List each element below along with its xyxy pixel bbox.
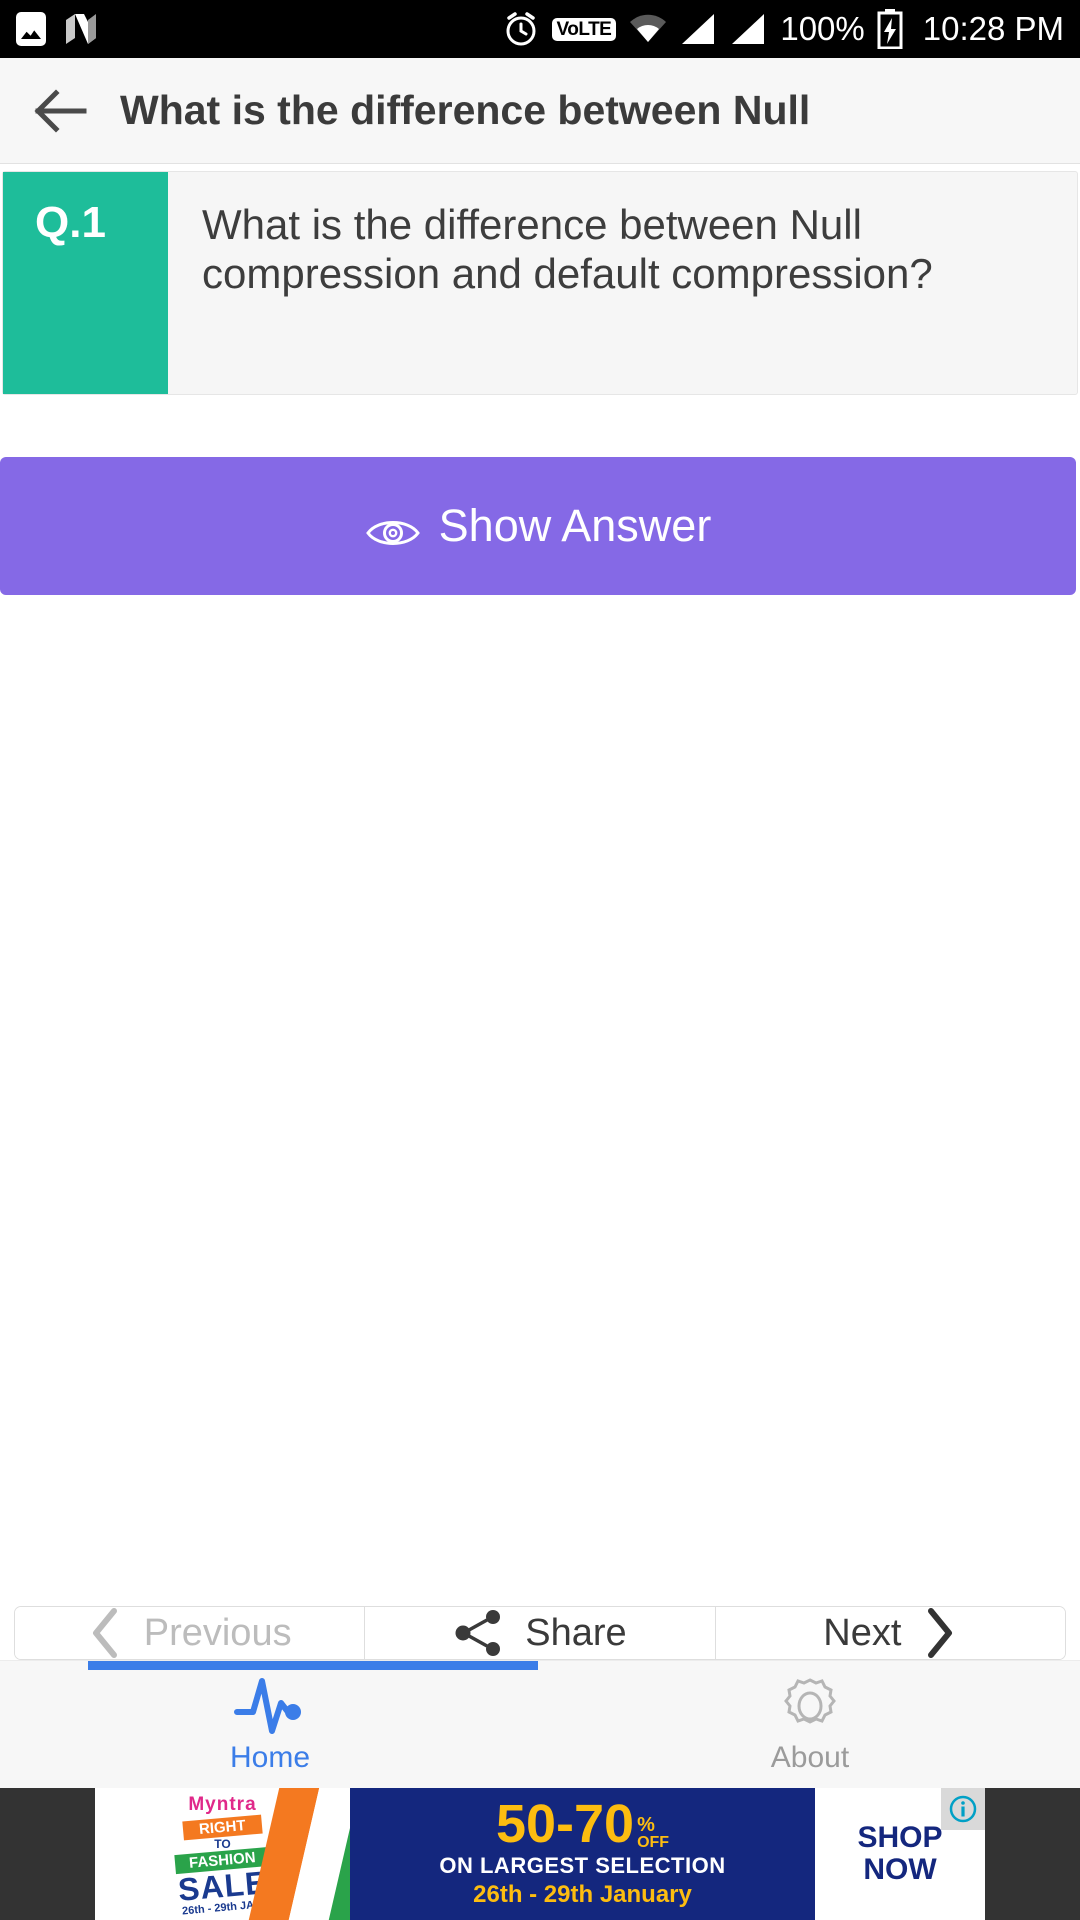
battery-charging-icon <box>877 9 903 49</box>
app-toolbar: What is the difference between Null <box>0 58 1080 164</box>
eye-icon <box>365 509 421 545</box>
next-label: Next <box>823 1611 902 1654</box>
clock-label: 10:28 PM <box>922 10 1064 47</box>
screenshot-icon <box>16 12 46 46</box>
android-nougat-icon <box>64 11 98 47</box>
tab-about-label: About <box>770 1740 850 1774</box>
question-number-badge: Q.1 <box>3 172 168 394</box>
ad-tag-to: TO <box>214 1837 231 1851</box>
signal-icon-2 <box>730 12 768 46</box>
bottom-tab-bar: Home About <box>0 1660 1080 1788</box>
question-text: What is the difference between Null comp… <box>202 201 933 298</box>
ad-discount: 50-70 % OFF <box>495 1794 670 1855</box>
ad-offer-panel: 50-70 % OFF ON LARGEST SELECTION 26th - 2… <box>350 1788 815 1920</box>
share-label: Share <box>525 1611 627 1654</box>
ad-cta-line2: NOW <box>863 1853 937 1886</box>
alarm-icon <box>502 10 540 48</box>
tab-home-label: Home <box>229 1740 311 1774</box>
status-bar-right-icons: VoLTE 100% 10:28 PM <box>502 9 1064 49</box>
gear-icon <box>777 1675 843 1737</box>
ad-cta-line1: SHOP <box>857 1820 943 1854</box>
status-bar: VoLTE 100% 10:28 PM <box>0 0 1080 58</box>
previous-label: Previous <box>143 1611 292 1654</box>
share-icon <box>453 1607 503 1659</box>
ad-tag-right: RIGHT <box>182 1814 263 1841</box>
previous-button[interactable]: Previous <box>15 1607 365 1659</box>
ad-info-icon[interactable] <box>941 1788 985 1830</box>
wifi-icon <box>628 12 668 46</box>
ad-dates: 26th - 29th January <box>473 1880 692 1908</box>
tab-about[interactable]: About <box>540 1661 1080 1788</box>
ad-brand-panel: Myntra RIGHT TO FASHION SALE 26th - 29th… <box>95 1788 350 1920</box>
chevron-left-icon <box>88 1607 122 1659</box>
show-answer-button[interactable]: Show Answer <box>0 457 1076 595</box>
main-content: Q.1 What is the difference between Null … <box>0 164 1080 1594</box>
ad-brand-label: Myntra <box>188 1794 257 1815</box>
pager-controls-wrap: Previous Share Next <box>0 1594 1080 1660</box>
signal-icon <box>680 12 718 46</box>
share-button[interactable]: Share <box>364 1607 716 1659</box>
question-card: Q.1 What is the difference between Null … <box>2 171 1078 395</box>
pager-controls: Previous Share Next <box>14 1606 1066 1660</box>
ad-subtitle: ON LARGEST SELECTION <box>439 1852 726 1878</box>
page-title: What is the difference between Null <box>120 87 811 133</box>
ad-off-label: % OFF <box>637 1813 670 1851</box>
show-answer-label: Show Answer <box>438 500 712 551</box>
pulse-icon <box>231 1675 309 1737</box>
status-bar-left-icons <box>16 11 98 47</box>
ad-banner[interactable]: Myntra RIGHT TO FASHION SALE 26th - 29th… <box>0 1788 1080 1920</box>
back-arrow-icon[interactable] <box>28 80 90 142</box>
next-button[interactable]: Next <box>715 1607 1065 1659</box>
app-screen: VoLTE 100% 10:28 PM What is the differen… <box>0 0 1080 1920</box>
chevron-right-icon <box>923 1607 957 1659</box>
volte-icon: VoLTE <box>551 17 617 41</box>
active-tab-indicator <box>88 1661 538 1670</box>
battery-percent-label: 100% <box>780 10 865 47</box>
ad-inner[interactable]: Myntra RIGHT TO FASHION SALE 26th - 29th… <box>95 1788 985 1920</box>
tab-home[interactable]: Home <box>0 1661 540 1788</box>
tricolor-stripes <box>248 1788 350 1920</box>
